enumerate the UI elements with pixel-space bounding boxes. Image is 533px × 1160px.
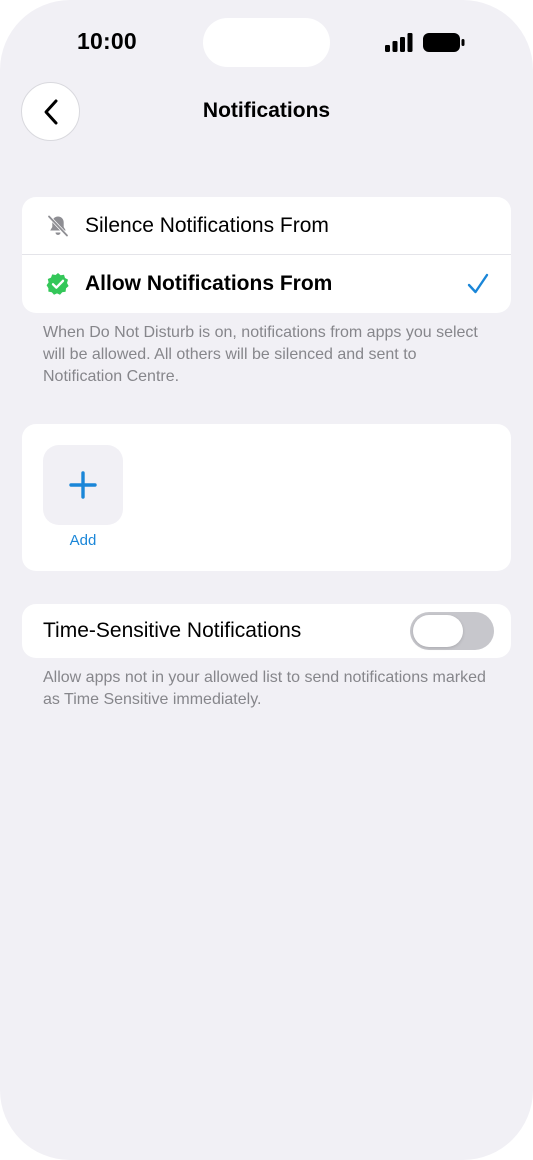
option-silence-notifications[interactable]: Silence Notifications From [22,197,511,255]
battery-icon [423,33,465,52]
option-label: Silence Notifications From [85,214,329,237]
page-title: Notifications [202,99,331,122]
dynamic-island [203,18,330,67]
mode-footnote: When Do Not Disturb is on, notifications… [43,324,478,385]
status-time: 10:00 [77,28,137,54]
option-label: Allow Notifications From [85,272,333,295]
time-sensitive-toggle[interactable] [410,612,494,650]
option-allow-notifications[interactable]: Allow Notifications From [22,255,511,313]
time-sensitive-card: Time-Sensitive Notifications [22,604,511,658]
plus-icon [69,471,97,499]
toggle-knob [413,615,463,647]
verified-badge-icon [46,273,69,295]
add-app-button[interactable] [43,445,123,525]
checkmark-icon [467,273,489,294]
add-app-label[interactable]: Add [43,532,123,549]
mode-selection-card: Silence Notifications From Allow Notific… [22,197,511,313]
time-sensitive-footnote: Allow apps not in your allowed list to s… [43,669,486,708]
signal-icon [385,33,413,52]
time-sensitive-label: Time-Sensitive Notifications [43,619,302,642]
bell-slash-icon [47,215,69,237]
allowed-apps-card: Add [22,424,511,571]
phone-screen: 10:00 Notifications Silence Notification… [0,0,533,1160]
